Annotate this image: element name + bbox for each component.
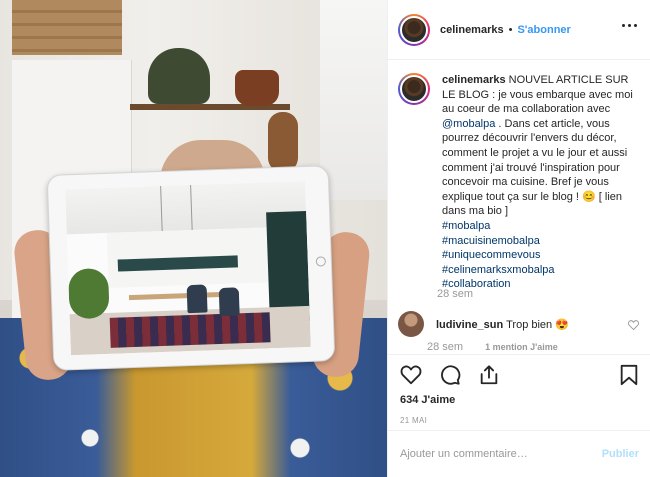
publish-button[interactable]: Publier (602, 448, 639, 460)
tablet-screen-kitchen (65, 180, 311, 356)
screen-chair (218, 287, 240, 317)
tablet-home-button (315, 256, 327, 267)
avatar-image (400, 15, 428, 44)
caption-timestamp[interactable]: 28 sem (437, 288, 473, 300)
follow-button[interactable]: S'abonner (517, 24, 570, 36)
wooden-crate (12, 0, 122, 55)
share-icon[interactable] (478, 364, 500, 386)
clay-pot (235, 70, 279, 106)
header-username[interactable]: celinemarks (440, 24, 504, 36)
post-header: celinemarks • S'abonner (388, 0, 650, 60)
add-comment-bar: Publier (388, 430, 650, 477)
screen-rug (109, 312, 271, 348)
caption-avatar-image (400, 75, 428, 103)
heart-outline-icon[interactable] (628, 320, 639, 330)
caption: celinemarks NOUVEL ARTICLE SUR LE BLOG :… (398, 73, 643, 292)
caption-text: celinemarks NOUVEL ARTICLE SUR LE BLOG :… (442, 73, 638, 292)
caption-avatar[interactable] (398, 73, 430, 105)
comments-section: celinemarks NOUVEL ARTICLE SUR LE BLOG :… (388, 60, 650, 354)
action-bar: 634 J'aime 21 MAI (388, 354, 650, 430)
screen-chair (186, 284, 208, 314)
comment-body: Trop bien 😍 (503, 318, 569, 331)
comment-input[interactable] (400, 448, 602, 460)
comment-timestamp[interactable]: 28 sem (427, 341, 463, 353)
header-separator: • (508, 23, 513, 36)
tablet (46, 165, 336, 371)
plant (148, 48, 210, 104)
commenter-avatar[interactable] (398, 311, 424, 337)
avatar[interactable] (398, 13, 430, 46)
hashtag-link[interactable]: #celinemarksxmobalpa (442, 264, 555, 276)
instagram-post: celinemarks • S'abonner celinemarks NOUV… (0, 0, 650, 477)
bookmark-icon[interactable] (619, 364, 639, 386)
comment-like-count[interactable]: 1 mention J'aime (485, 342, 558, 352)
post-photo[interactable] (0, 0, 387, 477)
comment-icon[interactable] (439, 364, 461, 386)
comment-meta: 28 sem 1 mention J'aime (427, 341, 558, 353)
action-icons (400, 364, 500, 386)
hashtag-link[interactable]: #uniquecommevous (442, 249, 540, 261)
more-horizontal-icon[interactable] (622, 24, 637, 27)
window (320, 0, 387, 200)
caption-username[interactable]: celinemarks (442, 74, 506, 86)
comment-text: ludivine_sun Trop bien 😍 (436, 318, 569, 331)
post-side-panel: celinemarks • S'abonner celinemarks NOUV… (387, 0, 650, 477)
hashtag-link[interactable]: #macuisinemobalpa (442, 235, 540, 247)
mention-link[interactable]: @mobalpa (442, 118, 495, 130)
commenter-username[interactable]: ludivine_sun (436, 319, 503, 331)
post-date[interactable]: 21 MAI (400, 416, 427, 425)
heart-outline-icon[interactable] (400, 364, 422, 386)
caption-body-2: . Dans cet article, vous pourrez découvr… (442, 117, 628, 218)
screen-plant (67, 267, 110, 320)
comment-item: ludivine_sun Trop bien 😍 (398, 309, 643, 339)
hashtag-link[interactable]: #mobalpa (442, 220, 490, 232)
cutting-board (268, 112, 298, 172)
like-count[interactable]: 634 J'aime (400, 394, 455, 406)
